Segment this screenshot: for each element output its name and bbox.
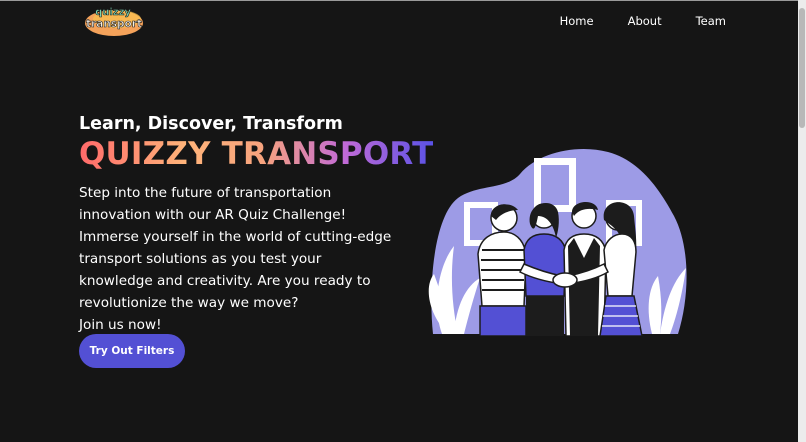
window-top-border: [0, 0, 806, 1]
quizzy-transport-logo[interactable]: quizzy transport: [84, 4, 146, 38]
scrollbar-thumb[interactable]: [799, 8, 805, 128]
logo-text-line2: transport: [86, 18, 142, 30]
nav-home-link[interactable]: Home: [560, 14, 594, 28]
hero-join-text: Join us now!: [79, 317, 162, 333]
hero-description-text: Step into the future of transportation i…: [79, 185, 392, 311]
logo-text-line1: quizzy: [95, 7, 131, 18]
team-illustration: [428, 148, 687, 336]
try-out-filters-button[interactable]: Try Out Filters: [79, 334, 185, 368]
hero-subtitle: Learn, Discover, Transform: [79, 114, 343, 134]
hero-description: Step into the future of transportation i…: [79, 182, 397, 336]
page-scrollbar[interactable]: [798, 0, 806, 442]
nav-about-link[interactable]: About: [628, 14, 662, 28]
hero-title: QUIZZY TRANSPORT: [79, 136, 434, 172]
main-nav: Home About Team: [560, 14, 726, 28]
nav-team-link[interactable]: Team: [696, 14, 726, 28]
